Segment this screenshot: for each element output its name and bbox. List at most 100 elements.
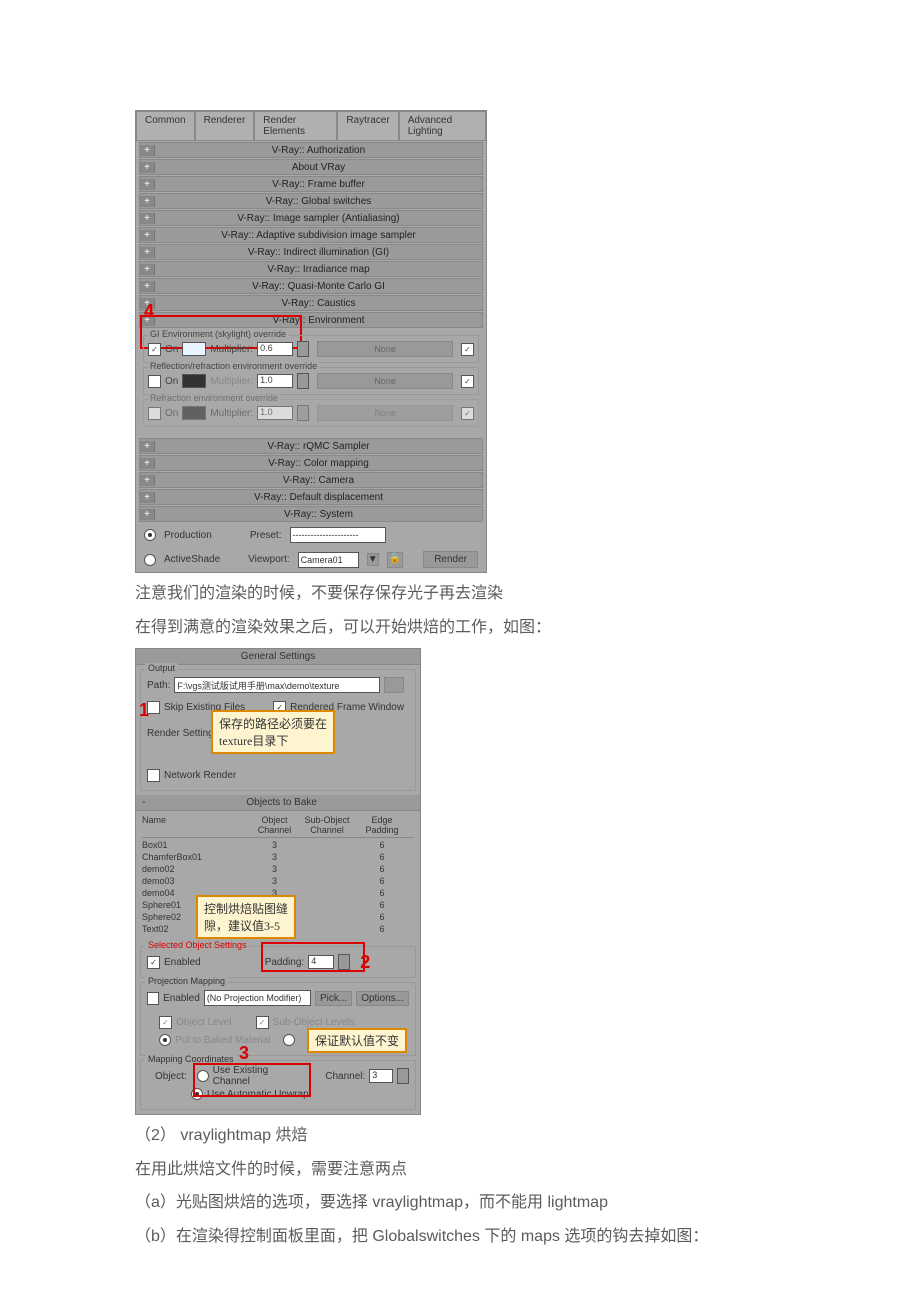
network-render-checkbox[interactable] (147, 769, 160, 782)
proj-enabled-checkbox[interactable] (147, 992, 159, 1005)
rollout-color-mapping[interactable]: +V-Ray:: Color mapping (139, 455, 483, 471)
rollout-environment[interactable]: +V-Ray:: Environment (139, 312, 483, 328)
table-row[interactable]: demo0336 (142, 876, 414, 888)
collapse-icon: - (142, 797, 145, 808)
rollout-irradiance[interactable]: +V-Ray:: Irradiance map (139, 261, 483, 277)
padding-label: Padding: (265, 957, 304, 968)
production-label: Production (164, 530, 212, 541)
rollout-caustics[interactable]: +V-Ray:: Caustics (139, 295, 483, 311)
use-auto-radio[interactable] (191, 1088, 203, 1100)
output-section: Output Path: F:\vgs测试版试用手册\max\demo\text… (140, 669, 416, 791)
pick-button[interactable]: Pick... (315, 991, 352, 1006)
refl-map-button[interactable]: None (317, 373, 453, 389)
table-row[interactable]: ChamferBox0136 (142, 852, 414, 864)
refr-multiplier-input: 1.0 (257, 406, 293, 420)
preset-combo[interactable]: ---------------------- (290, 527, 386, 543)
rollout-framebuffer[interactable]: +V-Ray:: Frame buffer (139, 176, 483, 192)
gi-map-checkbox[interactable]: ✓ (461, 343, 474, 356)
gi-override-label: GI Environment (skylight) override (148, 329, 288, 339)
callout-line: texture目录下 (219, 732, 327, 749)
padding-input[interactable]: 4 (308, 955, 334, 969)
refl-multiplier-input[interactable]: 1.0 (257, 374, 293, 388)
enabled-checkbox[interactable]: ✓ (147, 956, 160, 969)
tab-common[interactable]: Common (136, 111, 195, 140)
put-baked-label: Put to Baked Material (175, 1035, 271, 1046)
annotation-3: 3 (239, 1043, 249, 1064)
channel-label: Channel: (325, 1071, 365, 1082)
body-text-4: 在用此烘焙文件的时候，需要注意两点 (135, 1157, 920, 1183)
rollout-adaptive-subdiv[interactable]: +V-Ray:: Adaptive subdivision image samp… (139, 227, 483, 243)
spinner[interactable] (338, 954, 350, 970)
viewport-combo[interactable]: Camera01 (298, 552, 359, 568)
rollout-auth[interactable]: +V-Ray:: Authorization (139, 142, 483, 158)
spinner[interactable] (297, 373, 309, 389)
tab-raytracer[interactable]: Raytracer (337, 111, 398, 140)
col-name: Name (142, 815, 252, 835)
browse-button[interactable] (384, 677, 404, 693)
refl-on-checkbox[interactable] (148, 375, 161, 388)
on-label: On (165, 376, 178, 387)
expand-icon: + (140, 458, 155, 469)
activeshade-radio[interactable] (144, 554, 156, 566)
expand-icon: + (140, 509, 155, 520)
table-row[interactable]: Box0136 (142, 840, 414, 852)
channel-input[interactable]: 3 (369, 1069, 393, 1083)
refl-map-checkbox[interactable]: ✓ (461, 375, 474, 388)
spinner[interactable] (397, 1068, 409, 1084)
render-footer: Production Preset: ---------------------… (136, 523, 486, 547)
tab-render-elements[interactable]: Render Elements (254, 111, 337, 140)
use-existing-radio[interactable] (197, 1070, 209, 1082)
object-label: Object: (155, 1071, 187, 1082)
col-sub: Sub-ObjectChannel (297, 815, 357, 835)
put-baked-radio-2 (283, 1034, 295, 1046)
rollout-image-sampler[interactable]: +V-Ray:: Image sampler (Antialiasing) (139, 210, 483, 226)
network-render-label: Network Render (164, 770, 236, 781)
refr-map-checkbox: ✓ (461, 407, 474, 420)
path-input[interactable]: F:\vgs测试版试用手册\max\demo\texture (174, 677, 380, 693)
rollout-displacement[interactable]: +V-Ray:: Default displacement (139, 489, 483, 505)
options-button[interactable]: Options... (356, 991, 409, 1006)
tab-renderer[interactable]: Renderer (195, 111, 255, 140)
refl-color-swatch[interactable] (182, 374, 206, 388)
render-button[interactable]: Render (423, 551, 478, 568)
objects-to-bake-title[interactable]: - Objects to Bake (136, 795, 420, 811)
selected-object-section: Selected Object Settings ✓ Enabled Paddi… (140, 946, 416, 978)
dropdown-icon[interactable]: ▼ (367, 553, 379, 566)
expand-icon: + (140, 264, 155, 275)
enabled-label: Enabled (164, 957, 201, 968)
body-text-2: 在得到满意的渲染效果之后，可以开始烘焙的工作，如图： (135, 615, 920, 641)
expand-icon: + (140, 281, 155, 292)
multiplier-label: Multiplier: (210, 408, 253, 419)
gi-override-group: GI Environment (skylight) override ✓ On … (143, 335, 479, 363)
proj-enabled-label: Enabled (163, 993, 200, 1004)
lock-icon[interactable]: 🔒 (387, 552, 403, 568)
tab-advanced-lighting[interactable]: Advanced Lighting (399, 111, 486, 140)
expand-icon: + (140, 145, 155, 156)
spinner[interactable] (297, 341, 309, 357)
expand-icon: + (140, 196, 155, 207)
mapping-coords-label: Mapping Coordinates (145, 1054, 237, 1064)
callout-padding: 控制烘焙贴图缝 隙，建议值3-5 (196, 895, 296, 939)
rollout-system[interactable]: +V-Ray:: System (139, 506, 483, 522)
refl-override-label: Reflection/refraction environment overri… (148, 361, 319, 371)
rollouts-bottom: +V-Ray:: rQMC Sampler +V-Ray:: Color map… (136, 438, 486, 522)
production-radio[interactable] (144, 529, 156, 541)
gi-color-swatch[interactable] (182, 342, 206, 356)
gi-map-button[interactable]: None (317, 341, 453, 357)
annotation-2: 2 (360, 952, 370, 973)
gi-on-checkbox[interactable]: ✓ (148, 343, 161, 356)
annotation-4: 4 (144, 301, 154, 322)
rollout-gi[interactable]: +V-Ray:: Indirect illumination (GI) (139, 244, 483, 260)
output-label: Output (145, 663, 178, 673)
rollout-camera[interactable]: +V-Ray:: Camera (139, 472, 483, 488)
rollout-rqmc[interactable]: +V-Ray:: rQMC Sampler (139, 438, 483, 454)
rollout-qmc-gi[interactable]: +V-Ray:: Quasi-Monte Carlo GI (139, 278, 483, 294)
gi-multiplier-input[interactable]: 0.6 (257, 342, 293, 356)
rollout-about[interactable]: +About VRay (139, 159, 483, 175)
col-obj: ObjectChannel (252, 815, 297, 835)
proj-modifier-combo[interactable]: (No Projection Modifier) (204, 990, 311, 1006)
table-row[interactable]: demo0236 (142, 864, 414, 876)
callout-default: 保证默认值不变 (307, 1028, 407, 1053)
body-text-6: （b）在渲染得控制面板里面，把 Globalswitches 下的 maps 选… (135, 1224, 920, 1250)
rollout-global-switches[interactable]: +V-Ray:: Global switches (139, 193, 483, 209)
